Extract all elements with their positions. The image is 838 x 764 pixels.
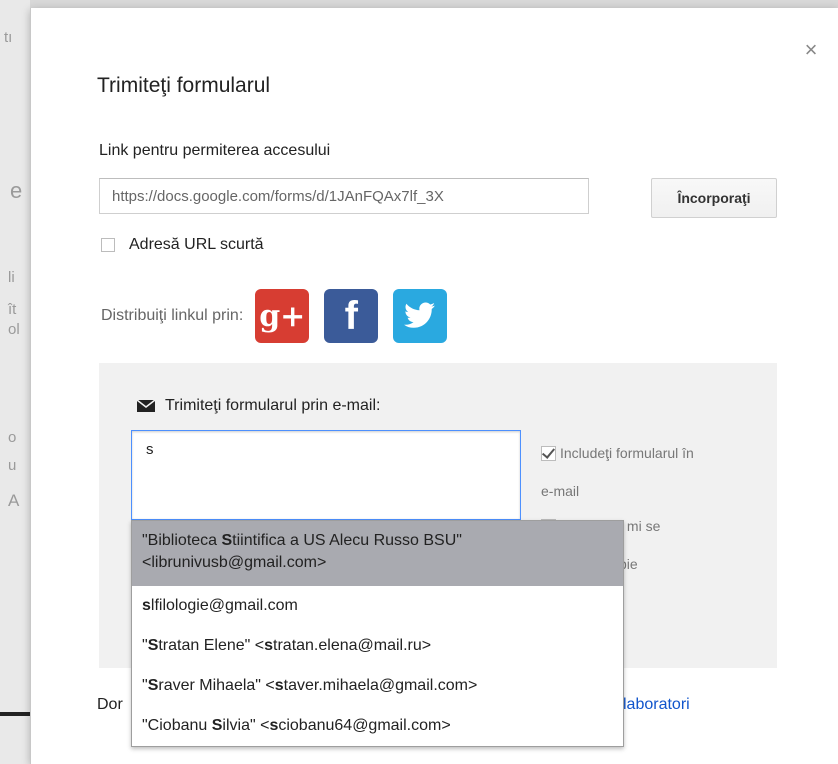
ac-match: s [264,637,274,654]
link-label: Link pentru permiterea accesului [99,142,331,159]
facebook-icon[interactable]: f [324,289,379,343]
background-divider [0,712,30,716]
email-heading-label: Trimiteţi formularul prin e-mail: [165,397,381,414]
ac-match: S [147,637,159,654]
ac-text: "Biblioteca [142,532,222,549]
top-strip [30,0,838,8]
ac-text: lfilologie@gmail.com [150,597,298,614]
include-form-label-cont: e-mail [541,483,579,499]
dialog-title: Trimiteţi formularul [97,74,271,97]
include-form-label: Includeţi formularul în [560,445,694,461]
ac-match: S [221,532,233,549]
background-text: e [10,178,23,203]
background-text: A [8,491,20,510]
include-form-label-line2: e-mail [541,483,580,499]
email-recipients-input[interactable]: s [131,430,521,520]
include-form-option[interactable]: Includeţi formularul în [541,445,694,461]
include-form-checkbox[interactable] [541,445,556,461]
background-text: u [8,457,17,474]
autocomplete-item[interactable]: "Ciobanu Silvia" <sciobanu64@gmail.com> [132,706,623,746]
envelope-icon [137,400,155,412]
share-label: Distribuiţi linkul prin: [101,307,244,324]
autocomplete-item-line1: "Biblioteca Stiintifica a US Alecu Russo… [142,530,613,552]
ac-text: tiintifica a US Alecu Russo BSU" [232,532,462,549]
ac-text: ciobanu64@gmail.com> [278,717,451,734]
share-row: Distribuiţi linkul prin: g+ f [101,288,462,344]
background-text: li [8,269,15,286]
email-heading: Trimiteţi formularul prin e-mail: [137,397,380,415]
ac-match: s [142,597,151,614]
ac-match: S [147,677,159,694]
share-url-input[interactable] [99,178,589,214]
ac-text: tratan.elena@mail.ru> [273,637,432,654]
short-url-option[interactable]: Adresă URL scurtă [101,236,264,254]
ac-text: "Ciobanu [142,717,212,734]
ac-match: s [269,717,279,734]
ac-text: raver Mihaela" < [158,677,275,694]
ac-text: taver.mihaela@gmail.com> [283,677,478,694]
recipient-autocomplete: "Biblioteca Stiintifica a US Alecu Russo… [131,520,624,747]
short-url-checkbox[interactable] [101,238,115,252]
autocomplete-item[interactable]: slfilologie@gmail.com [132,586,623,626]
short-url-label: Adresă URL scurtă [129,236,264,253]
twitter-bird-glyph [404,302,436,328]
background-text: ol [8,321,20,338]
autocomplete-item[interactable]: "Sraver Mihaela" <staver.mihaela@gmail.c… [132,666,623,706]
google-plus-icon[interactable]: g+ [255,289,310,343]
ac-text: ilvia" < [222,717,270,734]
bottom-left-text: Dor [97,696,123,713]
autocomplete-item[interactable]: "Biblioteca Stiintifica a US Alecu Russo… [132,521,623,586]
twitter-icon[interactable] [393,289,448,343]
background-text: o [8,429,17,446]
autocomplete-item-line2: <librunivusb@gmail.com> [142,554,327,571]
ac-match: s [274,677,284,694]
ac-match: S [211,717,223,734]
background-text: tı [4,29,13,46]
collaborators-link[interactable]: laboratori [623,696,690,714]
background-text: ît [8,301,17,318]
embed-button[interactable]: Încorporaţi [651,178,777,218]
close-icon[interactable]: × [799,38,823,62]
ac-text: tratan Elene" < [158,637,265,654]
autocomplete-item[interactable]: "Stratan Elene" <stratan.elena@mail.ru> [132,626,623,666]
